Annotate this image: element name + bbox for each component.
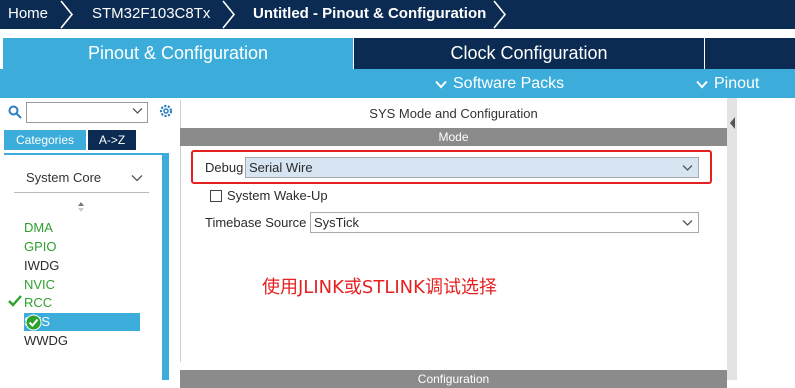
timebase-label: Timebase Source [205, 215, 307, 230]
check-circle-icon [25, 314, 42, 331]
chevron-right-icon [60, 0, 74, 29]
panel-title: SYS Mode and Configuration [369, 106, 538, 121]
chevron-down-icon [682, 220, 693, 226]
breadcrumb-project[interactable]: Untitled - Pinout & Configuration [253, 0, 486, 29]
tab-categories[interactable]: Categories [4, 130, 86, 150]
chevron-down-icon [435, 80, 447, 89]
main-tabs: Pinout & Configuration Clock Configurati… [0, 38, 795, 69]
annotation-text: 使用JLINK或STLINK调试选择 [262, 277, 497, 298]
timebase-select[interactable]: SysTick [310, 212, 699, 233]
list-item-gpio[interactable]: GPIO [24, 238, 57, 256]
annotation-highlight-box [191, 150, 712, 184]
category-group-label: System Core [26, 170, 102, 185]
check-icon [8, 295, 22, 307]
mode-section-header: Mode [180, 128, 727, 146]
list-item-dma[interactable]: DMA [24, 219, 53, 237]
collapse-arrow-icon[interactable] [729, 116, 736, 130]
pinout-menu[interactable]: Pinout [696, 69, 759, 98]
tab-pinout-configuration[interactable]: Pinout & Configuration [3, 38, 353, 69]
chevron-down-icon [131, 175, 143, 182]
list-item-rcc[interactable]: RCC [24, 294, 52, 312]
chevron-down-icon[interactable] [132, 107, 143, 115]
system-wakeup-label: System Wake-Up [227, 188, 328, 203]
panel-splitter[interactable] [727, 98, 737, 380]
right-edge-area [737, 98, 795, 380]
tab-more[interactable] [705, 38, 795, 69]
left-scrollbar[interactable] [162, 153, 169, 380]
list-item-nvic[interactable]: NVIC [24, 276, 55, 294]
chevron-right-icon [493, 0, 507, 29]
search-combo[interactable] [26, 102, 148, 123]
software-packs-menu[interactable]: Software Packs [435, 69, 564, 98]
sub-toolbar: Software Packs Pinout [0, 69, 795, 98]
chevron-right-icon [222, 0, 236, 29]
tab-a-z[interactable]: A->Z [88, 130, 136, 150]
system-wakeup-checkbox[interactable] [210, 190, 222, 202]
sort-icon[interactable] [77, 201, 85, 213]
list-item-iwdg[interactable]: IWDG [24, 257, 59, 275]
breadcrumb: Home STM32F103C8Tx Untitled - Pinout & C… [0, 0, 795, 29]
pinout-label: Pinout [714, 75, 760, 92]
timebase-value: SysTick [314, 215, 360, 230]
search-icon [8, 105, 22, 124]
search-input[interactable] [27, 103, 127, 122]
list-item-wwdg[interactable]: WWDG [24, 332, 68, 350]
tab-clock-configuration[interactable]: Clock Configuration [354, 38, 704, 69]
gear-icon[interactable] [157, 102, 173, 125]
chevron-down-icon [696, 80, 708, 89]
breadcrumb-device[interactable]: STM32F103C8Tx [92, 0, 210, 29]
software-packs-label: Software Packs [453, 75, 565, 92]
peripheral-list: System Core DMA GPIO IWDG NVIC RCC SYS W… [4, 153, 162, 380]
category-group-select[interactable]: System Core [14, 163, 149, 193]
configuration-section-header: Configuration [180, 370, 727, 388]
breadcrumb-home[interactable]: Home [8, 0, 48, 29]
